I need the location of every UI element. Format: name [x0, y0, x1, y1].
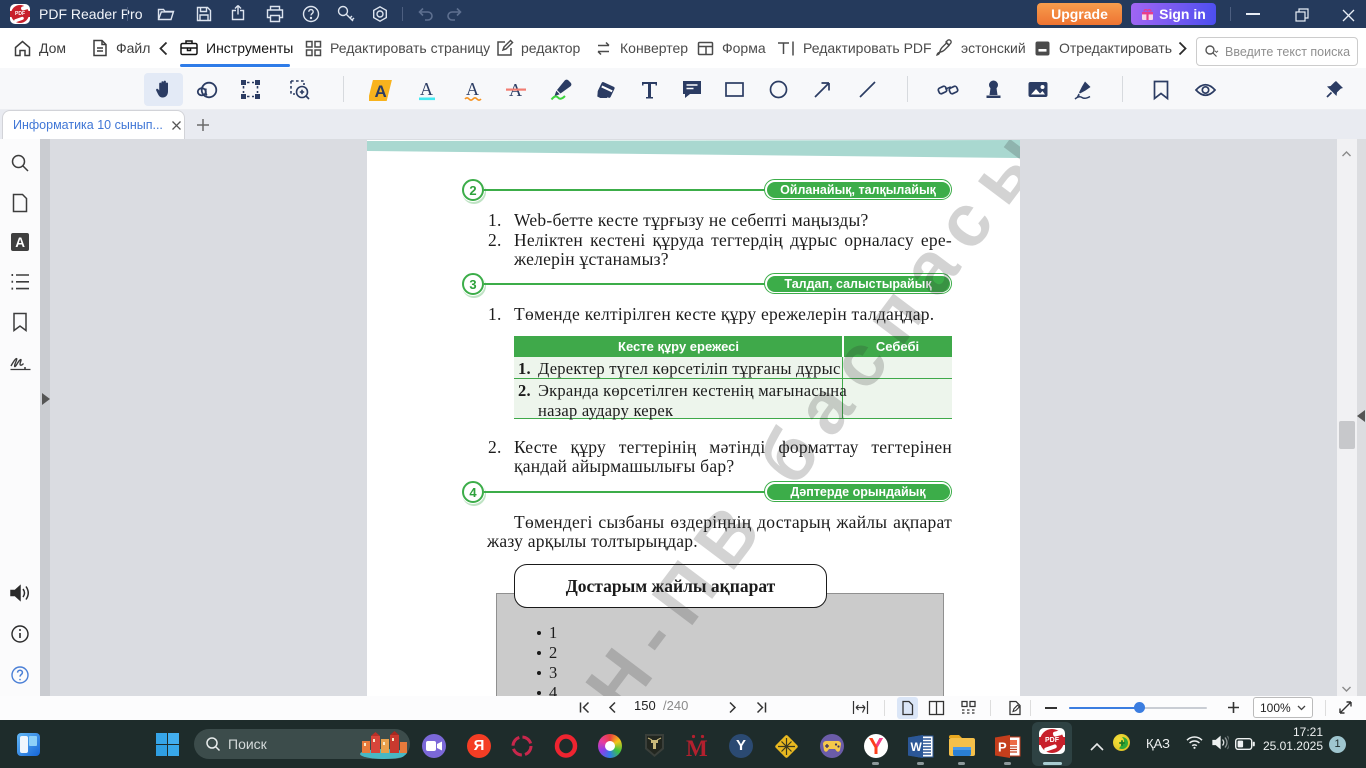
svg-text:A: A	[15, 235, 25, 250]
svg-text:P: P	[998, 740, 1007, 755]
svg-text:A: A	[375, 82, 387, 101]
svg-text:W: W	[911, 740, 923, 754]
svg-text:A: A	[420, 79, 433, 99]
svg-text:М: М	[686, 736, 708, 759]
svg-text:A: A	[466, 79, 479, 99]
